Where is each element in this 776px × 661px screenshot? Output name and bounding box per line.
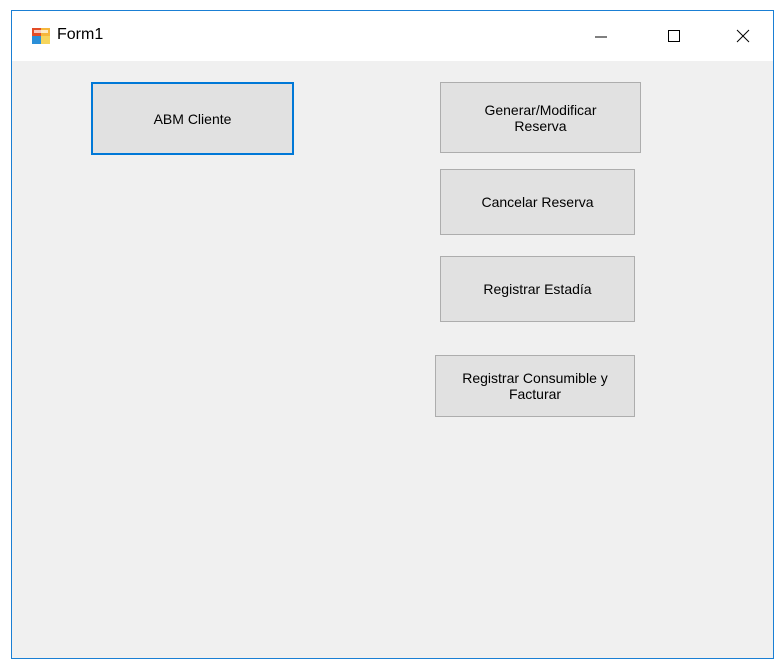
cancelar-reserva-label: Cancelar Reserva [481, 194, 594, 210]
minimize-icon [595, 36, 607, 38]
form1-window: Form1 ABM Cliente Generar/Modificar Rese… [11, 10, 774, 659]
form-client-area: ABM Cliente Generar/Modificar Reserva Ca… [12, 61, 773, 658]
minimize-button[interactable] [578, 11, 624, 61]
maximize-button[interactable] [651, 11, 697, 61]
window-title: Form1 [57, 26, 104, 43]
close-icon [736, 29, 750, 43]
generar-label-line2: Reserva [514, 117, 567, 134]
consumible-label-line2: Facturar [508, 386, 562, 402]
abm-cliente-label: ABM Cliente [153, 110, 232, 127]
registrar-consumible-facturar-button[interactable]: Registrar Consumible y Facturar [435, 355, 635, 417]
title-bar[interactable]: Form1 [12, 11, 773, 61]
maximize-icon [668, 30, 680, 42]
abm-cliente-button[interactable]: ABM Cliente [91, 82, 294, 155]
close-button[interactable] [720, 11, 766, 61]
generar-label-line1: Generar/Modificar [484, 101, 597, 118]
cancelar-reserva-button[interactable]: Cancelar Reserva [440, 169, 635, 235]
winforms-app-icon [32, 28, 50, 44]
consumible-label-line1: Registrar Consumible y [462, 370, 608, 386]
generar-modificar-reserva-button[interactable]: Generar/Modificar Reserva [440, 82, 641, 153]
registrar-estadia-label: Registrar Estadía [483, 281, 592, 297]
registrar-estadia-button[interactable]: Registrar Estadía [440, 256, 635, 322]
